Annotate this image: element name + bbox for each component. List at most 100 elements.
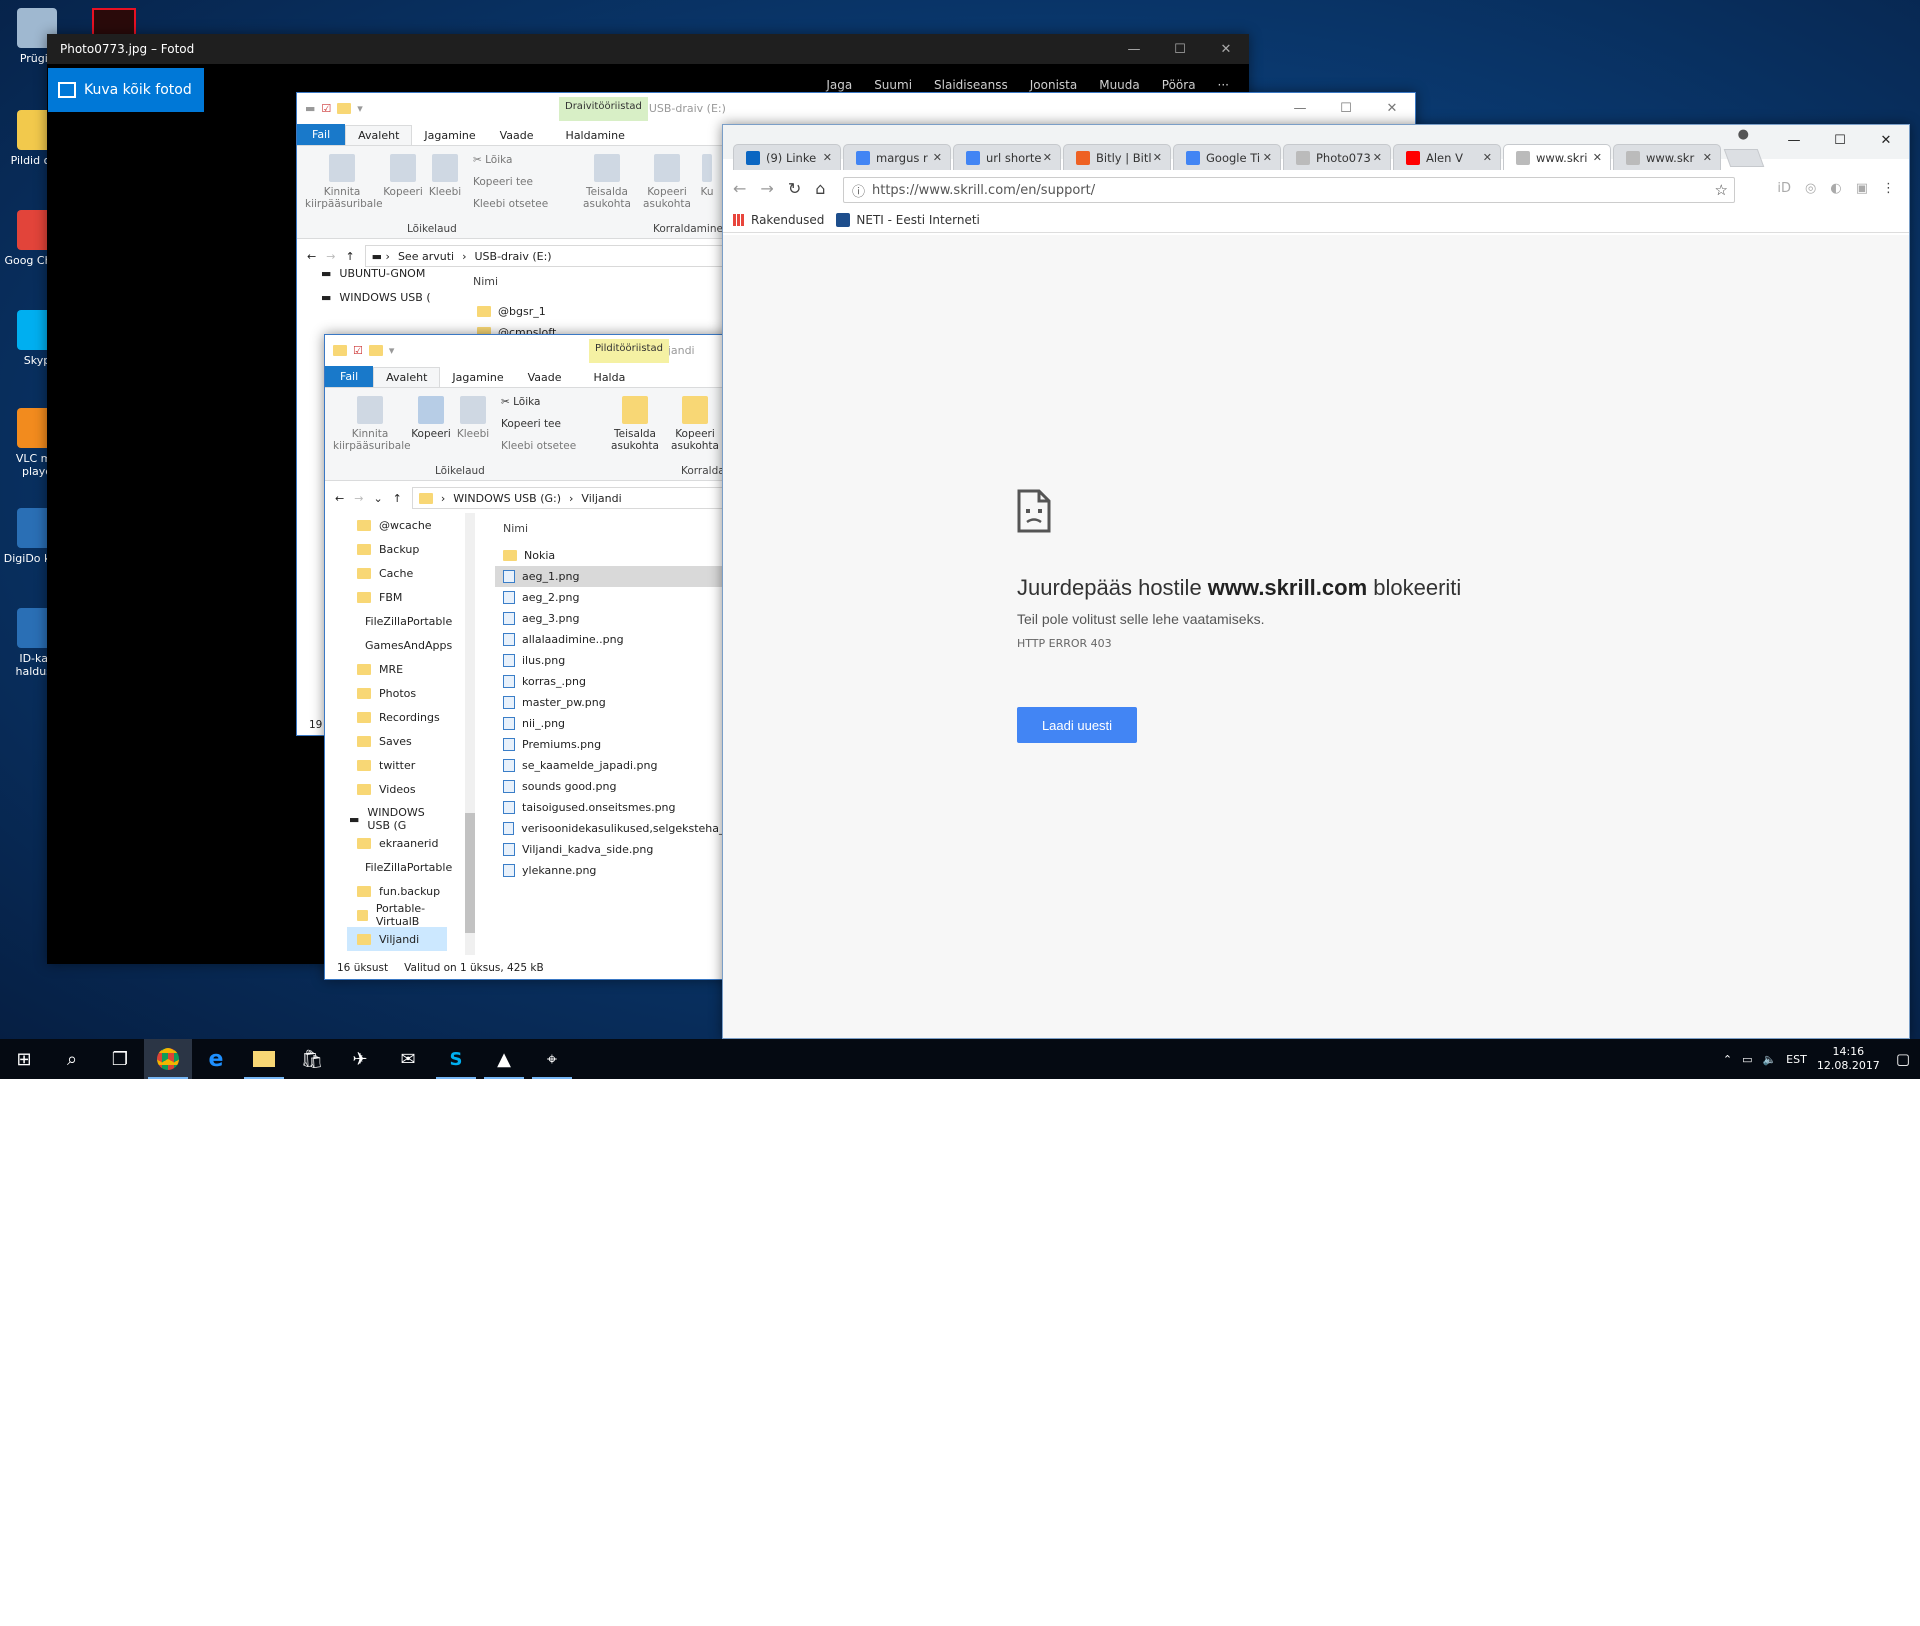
nav-item[interactable]: Photos — [347, 681, 447, 705]
nav-item[interactable]: Recordings — [347, 705, 447, 729]
star-icon[interactable]: ☆ — [1715, 181, 1728, 199]
column-header-name[interactable]: Nimi — [503, 522, 528, 535]
show-all-photos-button[interactable]: Kuva kõik fotod — [48, 68, 204, 112]
nav-item[interactable]: Videos — [347, 777, 447, 801]
copy-button[interactable]: Kopeeri — [411, 396, 451, 440]
profile-icon[interactable]: ● — [1738, 127, 1749, 142]
file-row[interactable]: Viljandi_kadva_side.png — [495, 839, 735, 860]
reload-button[interactable]: Laadi uuesti — [1017, 707, 1137, 743]
browser-tab[interactable]: Photo073 ✕ — [1283, 144, 1391, 170]
photos-tool-button[interactable]: ··· — [1218, 78, 1229, 92]
nav-item[interactable]: FileZillaPortable — [347, 855, 452, 879]
move-to-button[interactable]: Teisalda asukohta — [607, 396, 663, 452]
ribbon-tab[interactable]: Avaleht — [345, 125, 413, 145]
extension-icon[interactable]: ◎ — [1805, 181, 1816, 196]
browser-tab[interactable]: margus r ✕ — [843, 144, 951, 170]
file-row[interactable]: master_pw.png — [495, 692, 735, 713]
nav-item[interactable]: Backup — [347, 537, 447, 561]
explorer-taskbar-button[interactable] — [240, 1039, 288, 1079]
store-taskbar-button[interactable]: 🛍 — [288, 1039, 336, 1079]
network-icon[interactable]: ▭ — [1742, 1053, 1752, 1066]
breadcrumb-item[interactable]: WINDOWS USB (G:) — [453, 492, 561, 505]
nav-item[interactable]: ekraanerid — [347, 831, 447, 855]
chevron-up-icon[interactable]: ⌃ — [1723, 1053, 1732, 1066]
copy-path-button[interactable]: Kopeeri tee — [501, 418, 561, 430]
nav-item[interactable]: Viljandi — [347, 927, 447, 951]
paste-shortcut-button[interactable]: Kleebi otsetee — [501, 440, 576, 452]
browser-tab[interactable]: (9) Linke ✕ — [733, 144, 841, 170]
menu-icon[interactable]: ⋮ — [1882, 181, 1895, 196]
ribbon-tab[interactable]: Avaleht — [373, 367, 441, 387]
new-tab-button[interactable] — [1723, 149, 1765, 167]
close-tab-icon[interactable]: ✕ — [1373, 151, 1382, 164]
ribbon-tab[interactable]: Vaade — [488, 126, 546, 145]
nav-item[interactable]: Saves — [347, 729, 447, 753]
nav-item[interactable]: FileZillaPortable — [347, 609, 452, 633]
nav-item[interactable]: twitter — [347, 753, 447, 777]
back-icon[interactable]: ← — [733, 179, 746, 198]
pin-button[interactable]: Kinnita kiirpääsuribale — [305, 154, 383, 210]
nav-item[interactable]: Portable-VirtualB — [347, 902, 447, 928]
action-center-icon[interactable]: ▢ — [1896, 1050, 1910, 1068]
search-button[interactable]: ⌕ — [48, 1039, 96, 1079]
breadcrumb-item[interactable]: Viljandi — [581, 492, 621, 505]
photos-tool-button[interactable]: Muuda — [1099, 78, 1140, 92]
photos-tool-button[interactable]: Jaga — [826, 78, 852, 92]
file-row[interactable]: aeg_3.png — [495, 608, 735, 629]
paste-button[interactable]: Kleebi — [427, 154, 463, 198]
close-tab-icon[interactable]: ✕ — [1703, 151, 1712, 164]
file-row[interactable]: sounds good.png — [495, 776, 735, 797]
nav-item[interactable]: @wcache — [347, 513, 447, 537]
address-bar[interactable]: ⓘ https://www.skrill.com/en/support/ ☆ — [843, 177, 1735, 203]
close-tab-icon[interactable]: ✕ — [823, 151, 832, 164]
file-row[interactable]: verisoonidekasulikused,selgeksteha_.p — [495, 818, 735, 839]
task-view-button[interactable]: ❐ — [96, 1039, 144, 1079]
start-button[interactable]: ⊞ — [0, 1039, 48, 1079]
close-tab-icon[interactable]: ✕ — [1263, 151, 1272, 164]
volume-icon[interactable]: 🔈 — [1762, 1053, 1776, 1066]
chrome-taskbar-button[interactable] — [144, 1039, 192, 1079]
close-tab-icon[interactable]: ✕ — [1153, 151, 1162, 164]
close-button[interactable]: ✕ — [1369, 93, 1415, 123]
nav-item[interactable]: FBM — [347, 585, 447, 609]
browser-tab[interactable]: www.skr ✕ — [1613, 144, 1721, 170]
pdf-icon[interactable] — [92, 8, 136, 36]
neti-bookmark[interactable]: NETI - Eesti Interneti — [836, 212, 980, 227]
url-text[interactable]: https://www.skrill.com/en/support/ — [872, 183, 1095, 198]
scrollbar-thumb[interactable] — [465, 813, 475, 933]
forward-icon[interactable]: → — [760, 179, 773, 198]
file-row[interactable]: nii_.png — [495, 713, 735, 734]
nav-scrollbar[interactable] — [465, 513, 475, 955]
recent-dropdown-icon[interactable]: ⌄ — [373, 492, 382, 505]
move-to-button[interactable]: Teisalda asukohta — [579, 154, 635, 210]
language-indicator[interactable]: EST — [1786, 1053, 1807, 1066]
maximize-button[interactable]: ☐ — [1157, 34, 1203, 64]
copy-to-button[interactable]: Kopeeri asukohta — [639, 154, 695, 210]
close-tab-icon[interactable]: ✕ — [1593, 151, 1602, 164]
ribbon-tab[interactable]: Vaade — [516, 368, 574, 387]
file-row[interactable]: ilus.png — [495, 650, 735, 671]
nav-item[interactable]: GamesAndApps — [347, 633, 452, 657]
minimize-button[interactable]: — — [1277, 93, 1323, 123]
app-taskbar-button[interactable]: ⌖ — [528, 1039, 576, 1079]
customize-qa-icon[interactable]: ▾ — [389, 344, 395, 357]
new-folder-icon[interactable] — [368, 344, 383, 356]
id-extension-icon[interactable]: iD — [1777, 181, 1791, 196]
copy-to-button[interactable]: Kopeeri asukohta — [667, 396, 723, 452]
cut-button[interactable]: ✂ Lõika — [473, 154, 512, 166]
close-button[interactable]: ✕ — [1203, 34, 1249, 64]
edge-taskbar-button[interactable]: e — [192, 1039, 240, 1079]
cut-button[interactable]: ✂ Lõika — [501, 396, 540, 408]
nav-item[interactable]: fun.backup — [347, 879, 447, 903]
maximize-button[interactable]: ☐ — [1323, 93, 1369, 123]
nav-item[interactable]: Cache — [347, 561, 447, 585]
properties-icon[interactable]: ☑ — [321, 102, 331, 115]
browser-tab[interactable]: Google Ti ✕ — [1173, 144, 1281, 170]
photos-taskbar-button[interactable]: ▲ — [480, 1039, 528, 1079]
close-button[interactable]: ✕ — [1863, 125, 1909, 155]
photos-tool-button[interactable]: Slaidiseanss — [934, 78, 1008, 92]
ribbon-tab[interactable]: Fail — [297, 124, 346, 145]
more-button[interactable]: Ku — [699, 154, 715, 198]
new-folder-icon[interactable] — [337, 102, 352, 114]
browser-tab[interactable]: Alen V ✕ — [1393, 144, 1501, 170]
